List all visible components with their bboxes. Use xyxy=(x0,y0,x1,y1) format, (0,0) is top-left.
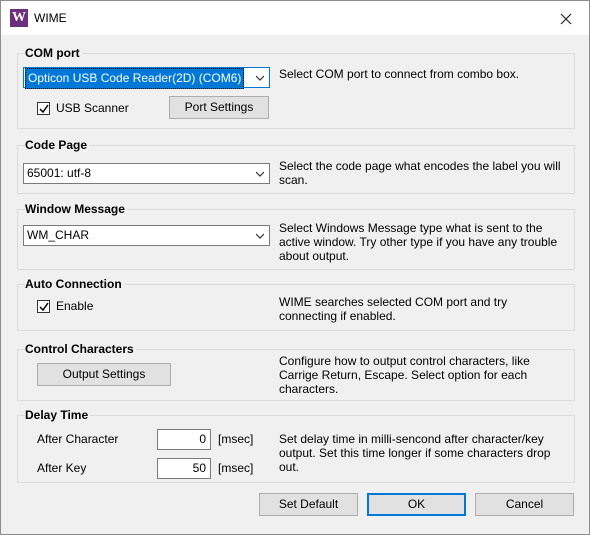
auto-connection-description: WIME searches selected COM port and try … xyxy=(279,295,508,323)
com-port-description: Select COM port to connect from combo bo… xyxy=(279,67,520,81)
control-characters-title: Control Characters xyxy=(25,342,136,356)
checkmark-icon xyxy=(39,302,49,312)
window-message-value: WM_CHAR xyxy=(27,228,89,242)
checkmark-icon xyxy=(39,104,49,114)
delay-time-title: Delay Time xyxy=(25,408,91,422)
set-default-button[interactable]: Set Default xyxy=(259,493,358,516)
usb-scanner-label: USB Scanner xyxy=(56,101,129,115)
after-character-label: After Character xyxy=(37,432,119,446)
window-message-description: Select Windows Message type what is sent… xyxy=(279,221,558,263)
code-page-title: Code Page xyxy=(25,138,90,152)
after-key-unit: [msec] xyxy=(218,461,254,475)
title-bar: W WIME xyxy=(1,1,589,35)
ok-button[interactable]: OK xyxy=(367,493,466,516)
com-port-group xyxy=(17,53,575,129)
close-icon xyxy=(560,13,572,25)
code-page-description: Select the code page what encodes the la… xyxy=(279,159,561,187)
delay-time-description: Set delay time in milli-sencond after ch… xyxy=(279,432,551,474)
after-character-input[interactable]: 0 xyxy=(157,429,211,450)
chevron-down-icon xyxy=(256,75,264,81)
com-port-title: COM port xyxy=(25,46,82,60)
code-page-value: 65001: utf-8 xyxy=(27,166,92,180)
close-button[interactable] xyxy=(543,1,589,35)
chevron-down-icon xyxy=(256,171,264,177)
cancel-button[interactable]: Cancel xyxy=(475,493,574,516)
chevron-down-icon xyxy=(256,233,264,239)
window-title: WIME xyxy=(34,11,67,25)
window-message-title: Window Message xyxy=(25,202,127,216)
auto-connection-title: Auto Connection xyxy=(25,277,124,291)
com-port-select[interactable]: Opticon USB Code Reader(2D) (COM6) xyxy=(23,67,270,89)
usb-scanner-checkbox[interactable] xyxy=(37,102,50,115)
output-settings-button[interactable]: Output Settings xyxy=(37,363,171,386)
auto-connect-enable-checkbox[interactable] xyxy=(37,300,50,313)
after-key-label: After Key xyxy=(37,461,87,475)
after-character-unit: [msec] xyxy=(218,432,254,446)
enable-label: Enable xyxy=(56,299,94,313)
app-logo-icon: W xyxy=(10,9,28,27)
port-settings-button[interactable]: Port Settings xyxy=(169,96,269,119)
after-key-input[interactable]: 50 xyxy=(157,458,211,479)
window-message-select[interactable]: WM_CHAR xyxy=(23,225,270,246)
control-characters-description: Configure how to output control characte… xyxy=(279,354,530,396)
code-page-select[interactable]: 65001: utf-8 xyxy=(23,163,270,184)
com-port-value: Opticon USB Code Reader(2D) (COM6) xyxy=(25,68,245,89)
wime-dialog: W WIME COM port Opticon USB Code Reader(… xyxy=(0,0,590,535)
